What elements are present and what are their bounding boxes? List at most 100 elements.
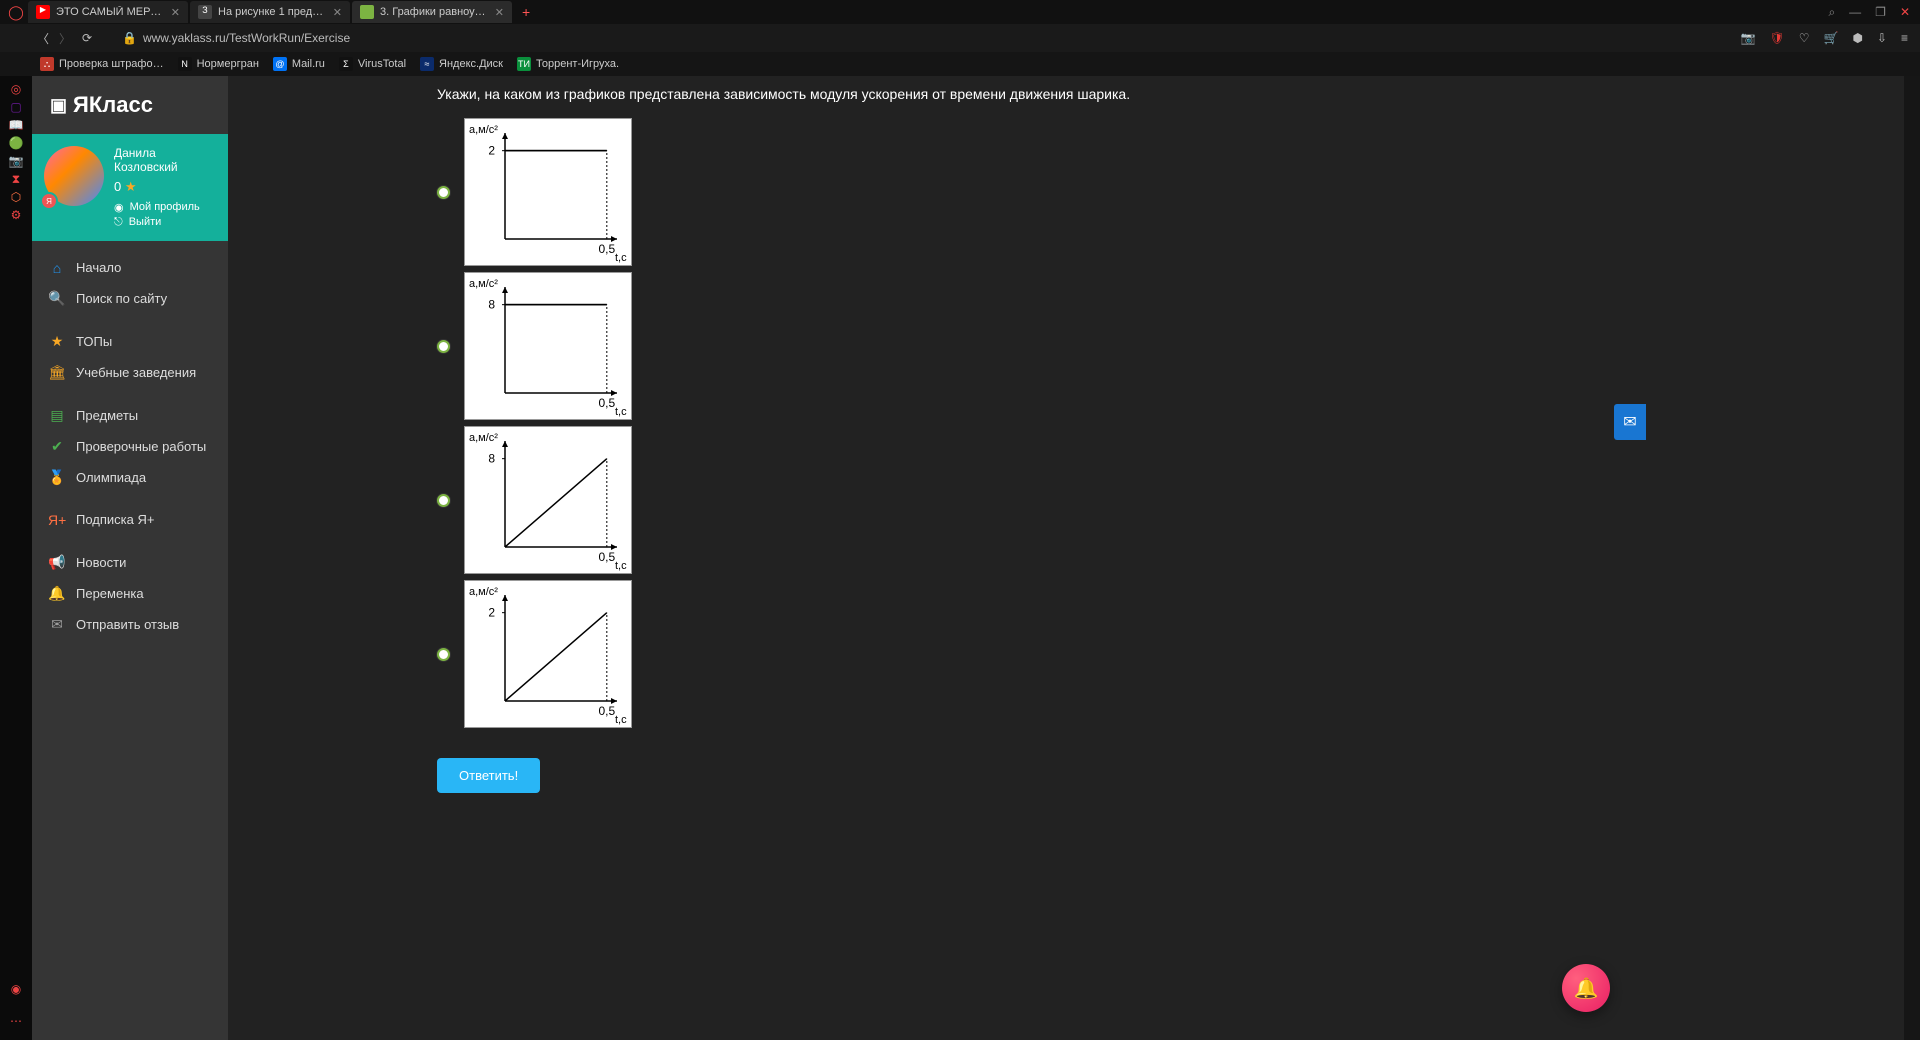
close-window-button[interactable]: ✕ <box>1900 5 1910 19</box>
addrbar-icon-1[interactable]: 🛡 <box>1769 31 1784 45</box>
new-tab-button[interactable]: + <box>514 4 538 20</box>
svg-text:0,5: 0,5 <box>598 242 615 256</box>
opera-icon[interactable]: ◯ <box>4 4 28 21</box>
browser-tab[interactable]: 3. Графики равноускорен✕ <box>352 1 512 23</box>
answer-option: a,м/с² t,с 2 0,5 <box>437 118 1437 266</box>
answer-option: a,м/с² t,с 8 0,5 <box>437 426 1437 574</box>
nav-icon: 🏅 <box>48 469 66 486</box>
answer-graph: a,м/с² t,с 2 0,5 <box>464 580 632 728</box>
answer-radio[interactable] <box>437 494 450 507</box>
nav-item[interactable]: 🏛Учебные заведения <box>32 357 228 388</box>
os-sidebar-icon[interactable]: 🟢 <box>7 134 25 152</box>
nav-item[interactable]: ▤ Предметы <box>32 400 228 431</box>
lock-icon: 🔒 <box>122 31 137 45</box>
question-text: Укажи, на каком из графиков представлена… <box>437 86 1437 118</box>
addrbar-icon-5[interactable]: ⇩ <box>1877 31 1887 45</box>
nav-item[interactable]: ✔Проверочные работы <box>32 431 228 462</box>
os-sidebar-icon[interactable]: ⚙ <box>7 206 25 224</box>
browser-tab[interactable]: ▶ ЭТО САМЫЙ МЕРЗКИЙ И ✕ <box>28 1 188 23</box>
book-icon: ▣ <box>50 95 67 116</box>
nav-item[interactable]: 🔍Поиск по сайту <box>32 283 228 314</box>
addrbar-icon-2[interactable]: ♡ <box>1799 31 1810 45</box>
minimize-button[interactable]: — <box>1849 5 1861 19</box>
os-sidebar-icon[interactable]: 📷 <box>7 152 25 170</box>
addrbar-icon-3[interactable]: 🛒 <box>1823 31 1838 45</box>
answer-options: a,м/с² t,с 2 0,5 a,м/с² t,с 8 0,5 a,м/с²… <box>437 118 1437 728</box>
profile-block: Я Данила Козловский 0 ★ ◉Мой профиль ⎋Вы… <box>32 134 228 241</box>
addrbar-icon-4[interactable]: ⬢ <box>1852 31 1862 45</box>
svg-text:a,м/с²: a,м/с² <box>469 432 498 444</box>
nav-item[interactable]: Я+Подписка Я+ <box>32 505 228 535</box>
os-sidebar-icon[interactable]: ⬡ <box>7 188 25 206</box>
tab-close-icon[interactable]: ✕ <box>333 6 342 19</box>
back-button[interactable]: 〈 <box>32 30 54 47</box>
addrbar-icon-0[interactable]: 📷 <box>1741 31 1756 45</box>
url-text[interactable]: www.yaklass.ru/TestWorkRun/Exercise <box>143 31 1741 45</box>
bookmark-item[interactable]: @Mail.ru <box>273 57 325 71</box>
right-gap <box>1646 76 1904 1040</box>
nav-icon: Я+ <box>48 512 66 528</box>
forward-button[interactable]: 〉 <box>54 30 76 47</box>
mail-widget-icon[interactable]: ✉ <box>1614 404 1646 440</box>
tab-title: ЭТО САМЫЙ МЕРЗКИЙ И <box>56 6 165 18</box>
nav-item[interactable]: 🔔Переменка <box>32 578 228 609</box>
os-sidebar-icon[interactable]: 📖 <box>7 116 25 134</box>
scrollbar[interactable] <box>1904 76 1920 1040</box>
browser-tab[interactable]: ЗНа рисунке 1 представлен✕ <box>190 1 350 23</box>
tab-favicon-icon: ▶ <box>36 5 50 19</box>
answer-radio[interactable] <box>437 186 450 199</box>
bookmark-item[interactable]: ⛬Проверка штрафо… <box>40 57 164 71</box>
answer-radio[interactable] <box>437 648 450 661</box>
search-icon[interactable]: ⌕ <box>1828 5 1835 20</box>
bookmark-favicon-icon: N <box>178 57 192 71</box>
star-icon: ★ <box>125 179 137 194</box>
bookmark-label: Торрент-Игруха. <box>536 58 619 70</box>
svg-text:8: 8 <box>488 452 495 466</box>
tab-close-icon[interactable]: ✕ <box>495 6 504 19</box>
nav-item[interactable]: ✉Отправить отзыв <box>32 609 228 640</box>
logout-icon: ⎋ <box>114 216 123 229</box>
reload-button[interactable]: ⟳ <box>76 31 98 45</box>
browser-tabbar: ◯ ▶ЭТО САМЫЙ МЕРЗКИЙ И✕ЗНа рисунке 1 пре… <box>0 0 1920 24</box>
nav-item[interactable]: ⌂Начало <box>32 253 228 283</box>
avatar-badge-icon: Я <box>40 192 58 210</box>
bookmark-item[interactable]: NНормергран <box>178 57 259 71</box>
os-sidebar-icon[interactable]: ⧗ <box>7 170 25 188</box>
answer-option: a,м/с² t,с 8 0,5 <box>437 272 1437 420</box>
nav-icon: ★ <box>48 333 66 350</box>
bookmark-label: VirusTotal <box>358 58 406 70</box>
nav-label: Предметы <box>76 408 138 423</box>
bookmarks-bar: ⛬Проверка штрафо… NНормергран @Mail.ru ΣVir… <box>0 52 1920 76</box>
nav-item[interactable]: 🏅Олимпиада <box>32 462 228 493</box>
os-sidebar-icon[interactable]: ◎ <box>7 80 25 98</box>
svg-text:2: 2 <box>488 606 495 620</box>
nav-icon: 🔍 <box>48 290 66 307</box>
address-bar: 〈 〉 ⟳ 🔒 www.yaklass.ru/TestWorkRun/Exerc… <box>0 24 1920 52</box>
svg-text:0,5: 0,5 <box>598 396 615 410</box>
bookmark-label: Mail.ru <box>292 58 325 70</box>
answer-radio[interactable] <box>437 340 450 353</box>
avatar[interactable]: Я <box>44 146 104 206</box>
nav-item[interactable]: 📢Новости <box>32 547 228 578</box>
answer-button[interactable]: Ответить! <box>437 758 540 793</box>
logout-link[interactable]: ⎋Выйти <box>114 216 200 229</box>
os-sidebar-icon[interactable]: ◉ <box>7 980 25 998</box>
tab-close-icon[interactable]: ✕ <box>171 6 180 19</box>
nav-icon: ▤ <box>48 407 66 424</box>
os-sidebar-icon[interactable]: ▢ <box>7 98 25 116</box>
user-points: 0 <box>114 179 121 194</box>
nav-item[interactable]: ★ ТОПы <box>32 326 228 357</box>
addrbar-icon-6[interactable]: ≡ <box>1901 31 1908 45</box>
svg-text:a,м/с²: a,м/с² <box>469 124 498 136</box>
brand-logo[interactable]: ▣ ЯКласс <box>32 76 228 134</box>
bookmark-item[interactable]: ТИТоррент-Игруха. <box>517 57 619 71</box>
bookmark-item[interactable]: ≈Яндекс.Диск <box>420 57 503 71</box>
bookmark-item[interactable]: ΣVirusTotal <box>339 57 406 71</box>
nav-label: Новости <box>76 555 126 570</box>
os-sidebar-icon[interactable]: ⋯ <box>7 1012 25 1030</box>
notifications-fab[interactable]: 🔔 <box>1562 964 1610 1012</box>
nav-label: ТОПы <box>76 334 112 349</box>
my-profile-link[interactable]: ◉Мой профиль <box>114 201 200 214</box>
maximize-button[interactable]: ❐ <box>1875 5 1886 19</box>
nav-label: Отправить отзыв <box>76 617 179 632</box>
